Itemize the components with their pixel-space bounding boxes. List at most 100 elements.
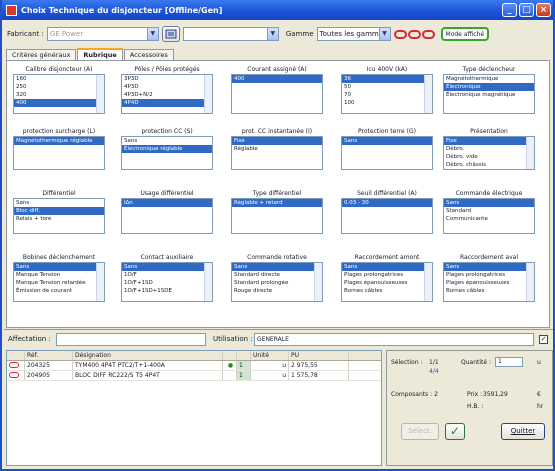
- listbox-item[interactable]: Réglable: [232, 145, 322, 153]
- listbox[interactable]: Fixe Réglable: [231, 136, 323, 170]
- title-bar[interactable]: Choix Technique du disjoncteur [Offline/…: [2, 0, 553, 20]
- listbox-item[interactable]: Électronique magnétique: [444, 91, 534, 99]
- listbox-item[interactable]: 0.03 - 30: [342, 199, 432, 207]
- listbox-item[interactable]: Magnétothermique réglable: [14, 137, 104, 145]
- listbox-item[interactable]: Réglable + retard: [232, 199, 322, 207]
- listbox-item[interactable]: Plages épanouisseuses: [444, 279, 534, 287]
- minimize-button[interactable]: _: [502, 3, 517, 17]
- close-button[interactable]: ×: [536, 3, 551, 17]
- scrollbar[interactable]: [314, 263, 322, 301]
- listbox-item[interactable]: Sans: [14, 263, 104, 271]
- listbox[interactable]: 400: [231, 74, 323, 114]
- listbox-item[interactable]: Magnétothermique: [444, 75, 534, 83]
- listbox-item[interactable]: Électronique réglable: [122, 145, 212, 153]
- listbox-item[interactable]: Électronique: [444, 83, 534, 91]
- listbox[interactable]: Fixe Débro. Débro. vide Débro. châssis: [443, 136, 535, 170]
- listbox-item[interactable]: Relais + tore: [14, 215, 104, 223]
- listbox[interactable]: Sans 1O/F 1O/F+1SD 1O/F+1SD+1SDE: [121, 262, 213, 302]
- mode-badge[interactable]: Mode affiché: [440, 27, 490, 41]
- listbox[interactable]: Magnétothermique réglable: [13, 136, 105, 170]
- select-button[interactable]: Sélect.: [401, 423, 439, 440]
- quantite-input[interactable]: 1: [495, 357, 523, 367]
- listbox-item[interactable]: Émission de courant: [14, 287, 104, 295]
- scrollbar[interactable]: [96, 263, 104, 301]
- scrollbar[interactable]: [526, 263, 534, 301]
- affectation-field[interactable]: [56, 333, 206, 346]
- listbox-item[interactable]: Standard directe: [232, 271, 322, 279]
- listbox[interactable]: Sans Standard directe Standard prolongée Ro…: [231, 262, 323, 302]
- listbox[interactable]: Sans Standard Communicante: [443, 198, 535, 234]
- listbox-item[interactable]: 250: [14, 83, 104, 91]
- option-checkbox[interactable]: ✓: [539, 335, 548, 344]
- listbox[interactable]: 36 50 70 100: [341, 74, 433, 114]
- scrollbar[interactable]: [424, 263, 432, 301]
- qty-cell[interactable]: 1: [237, 361, 251, 370]
- listbox-item[interactable]: Sans: [342, 137, 432, 145]
- listbox-item[interactable]: Sans: [14, 199, 104, 207]
- listbox-item[interactable]: Sans: [444, 199, 534, 207]
- listbox-item[interactable]: Bornes câbles: [444, 287, 534, 295]
- table-row[interactable]: 204325 TYM400 4P4T PTC2/T+1-400A ● 1 u 2…: [7, 361, 381, 371]
- listbox-item[interactable]: 160: [14, 75, 104, 83]
- validate-button[interactable]: ✓: [445, 423, 465, 440]
- listbox-item[interactable]: 4P3D: [122, 83, 212, 91]
- listbox-item[interactable]: 1O/F+1SD+1SDE: [122, 287, 212, 295]
- listbox-item[interactable]: Fixe: [444, 137, 534, 145]
- table-row[interactable]: 204905 BLOC DIFF RC222/S T5 4P4T 1 u 1 5…: [7, 371, 381, 381]
- listbox-item[interactable]: Manque Tension retardée: [14, 279, 104, 287]
- listbox-item[interactable]: 1O/F: [122, 271, 212, 279]
- listbox-item[interactable]: 70: [342, 91, 432, 99]
- listbox[interactable]: Réglable + retard: [231, 198, 323, 234]
- catalog-button[interactable]: [161, 26, 180, 42]
- listbox[interactable]: Sans: [341, 136, 433, 170]
- listbox-item[interactable]: Débro.: [444, 145, 534, 153]
- listbox-item[interactable]: 50: [342, 83, 432, 91]
- listbox-item[interactable]: 4P4D: [122, 99, 212, 107]
- quitter-button[interactable]: Quitter: [501, 423, 545, 440]
- gamme-combo[interactable]: Toutes les gammes ▼: [316, 27, 391, 41]
- listbox-item[interactable]: Fixe: [232, 137, 322, 145]
- listbox-item[interactable]: Sans: [232, 263, 322, 271]
- scrollbar[interactable]: [204, 75, 212, 113]
- listbox[interactable]: 3P3D 4P3D 4P3D+N/2 4P4D: [121, 74, 213, 114]
- listbox-item[interactable]: Sans: [122, 263, 212, 271]
- listbox-item[interactable]: Standard prolongée: [232, 279, 322, 287]
- listbox-item[interactable]: Sans: [122, 137, 212, 145]
- scrollbar[interactable]: [204, 263, 212, 301]
- listbox-item[interactable]: Rouge directe: [232, 287, 322, 295]
- chevron-down-icon[interactable]: ▼: [266, 28, 278, 40]
- serie-combo[interactable]: ▼: [182, 27, 279, 41]
- listbox-item[interactable]: 36: [342, 75, 432, 83]
- listbox-item[interactable]: Sans: [444, 263, 534, 271]
- listbox-item[interactable]: Communicante: [444, 215, 534, 223]
- listbox-item[interactable]: Standard: [444, 207, 534, 215]
- listbox-item[interactable]: Plages prolongatrices: [342, 271, 432, 279]
- scrollbar[interactable]: [526, 137, 534, 169]
- listbox[interactable]: 160 250 320 400: [13, 74, 105, 114]
- qty-cell[interactable]: 1: [237, 371, 251, 380]
- maximize-button[interactable]: □: [519, 3, 534, 17]
- listbox[interactable]: I∆n: [121, 198, 213, 234]
- listbox-item[interactable]: 320: [14, 91, 104, 99]
- chevron-down-icon[interactable]: ▼: [378, 28, 390, 40]
- listbox-item[interactable]: 400: [232, 75, 322, 83]
- utilisation-field[interactable]: GENERALE: [254, 333, 534, 346]
- listbox-item[interactable]: 400: [14, 99, 104, 107]
- listbox-item[interactable]: 3P3D: [122, 75, 212, 83]
- scrollbar[interactable]: [96, 75, 104, 113]
- scrollbar[interactable]: [424, 75, 432, 113]
- listbox-item[interactable]: 4P3D+N/2: [122, 91, 212, 99]
- listbox-item[interactable]: Plages épanouisseuses: [342, 279, 432, 287]
- fabricant-combo[interactable]: GE Power ▼: [46, 27, 159, 41]
- listbox-item[interactable]: Débro. vide: [444, 153, 534, 161]
- listbox-item[interactable]: Manque Tension: [14, 271, 104, 279]
- listbox[interactable]: Sans Plages prolongatrices Plages épanouis…: [443, 262, 535, 302]
- listbox[interactable]: Sans Plages prolongatrices Plages épanouis…: [341, 262, 433, 302]
- listbox-item[interactable]: 1O/F+1SD: [122, 279, 212, 287]
- listbox[interactable]: Sans Manque Tension Manque Tension retardé…: [13, 262, 105, 302]
- listbox-item[interactable]: Bornes câbles: [342, 287, 432, 295]
- listbox[interactable]: Magnétothermique Électronique Électronique…: [443, 74, 535, 114]
- listbox[interactable]: Sans Électronique réglable: [121, 136, 213, 170]
- listbox-item[interactable]: Débro. châssis: [444, 161, 534, 169]
- listbox-item[interactable]: 100: [342, 99, 432, 107]
